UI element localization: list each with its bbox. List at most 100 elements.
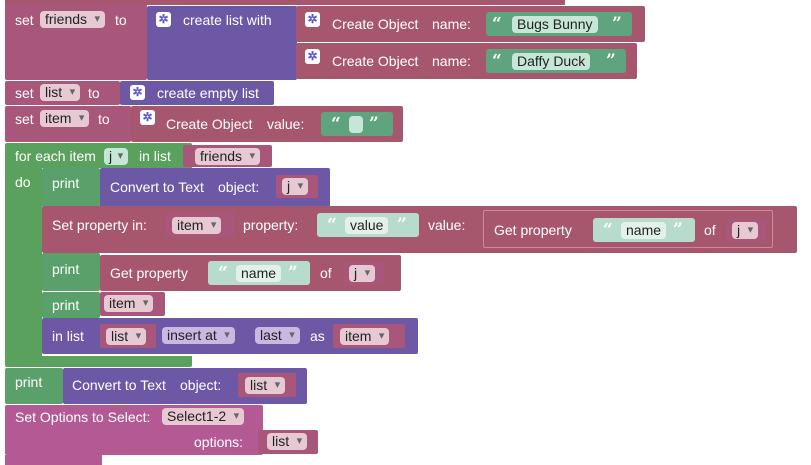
get-property-label: Get property bbox=[494, 222, 572, 238]
open-quote-icon: “ bbox=[492, 14, 502, 34]
create-object-block-1[interactable]: ✲ Create Object name: “ Bugs Bunny ” bbox=[296, 6, 645, 42]
name-label: name: bbox=[432, 53, 471, 69]
text-field-daffy-duck[interactable]: Daffy Duck bbox=[512, 53, 591, 70]
as-label: as bbox=[310, 328, 325, 344]
in-list-label: in list bbox=[139, 148, 171, 164]
text-block-daffy-duck[interactable]: “ Daffy Duck ” bbox=[486, 49, 626, 73]
set-property-label: Set property in: bbox=[52, 217, 147, 233]
target-variable-block[interactable]: item bbox=[165, 213, 235, 237]
set-friends-block[interactable]: set friends to bbox=[5, 4, 147, 80]
close-quote-icon: ” bbox=[612, 14, 622, 34]
property-label: property: bbox=[243, 217, 299, 233]
create-object-block-2[interactable]: ✲ Create Object name: “ Daffy Duck ” bbox=[296, 43, 637, 79]
variable-block-j[interactable]: j bbox=[727, 219, 767, 242]
print-keyword: print bbox=[52, 297, 80, 313]
variable-dropdown-list[interactable]: list bbox=[106, 328, 147, 345]
set-list-block[interactable]: set list to bbox=[5, 81, 120, 105]
print-block-3[interactable]: print bbox=[42, 292, 100, 318]
open-quote-icon: “ bbox=[492, 51, 502, 71]
value-label: value: bbox=[267, 116, 305, 132]
variable-dropdown-item[interactable]: item bbox=[340, 328, 390, 345]
variable-dropdown-j[interactable]: j bbox=[349, 265, 376, 282]
create-list-with-block[interactable]: ✲ create list with bbox=[147, 6, 297, 80]
text-block-name[interactable]: “ name ” bbox=[593, 218, 695, 242]
close-quote-icon: ” bbox=[288, 263, 298, 283]
close-quote-icon: ” bbox=[397, 215, 407, 235]
variable-block-j[interactable]: j bbox=[344, 262, 384, 285]
create-object-label: Create Object bbox=[332, 53, 419, 69]
text-field-name[interactable]: name bbox=[621, 222, 667, 239]
mutator-gear-icon[interactable]: ✲ bbox=[140, 110, 155, 125]
variable-block-j[interactable]: j bbox=[276, 175, 318, 198]
set-keyword: set bbox=[15, 85, 34, 101]
text-field-name[interactable]: name bbox=[236, 265, 282, 282]
print-block-2[interactable]: print bbox=[42, 253, 100, 291]
list-variable-block[interactable]: list bbox=[238, 373, 296, 397]
variable-dropdown-friends[interactable]: friends bbox=[195, 148, 261, 165]
get-property-block[interactable]: Get property “ name ” of j bbox=[483, 210, 773, 248]
convert-to-text-block-2[interactable]: Convert to Text object: list bbox=[63, 368, 307, 404]
loop-variable-dropdown-j[interactable]: j bbox=[104, 148, 129, 165]
variable-block-item[interactable]: item bbox=[100, 292, 165, 316]
text-block-empty[interactable]: “ ” bbox=[321, 112, 393, 136]
text-block-name[interactable]: “ name ” bbox=[208, 261, 310, 285]
set-options-block[interactable]: Set Options to Select: Select1-2 options… bbox=[5, 405, 263, 455]
create-empty-list-block[interactable]: ✲ create empty list bbox=[120, 81, 274, 105]
in-list-label: in list bbox=[52, 328, 84, 344]
create-list-label: create list with bbox=[183, 12, 272, 28]
variable-dropdown-j[interactable]: j bbox=[732, 222, 759, 239]
text-block-value[interactable]: “ value ” bbox=[317, 213, 419, 237]
to-keyword: to bbox=[98, 111, 110, 127]
print-block-4[interactable]: print bbox=[5, 368, 63, 404]
mutator-gear-icon[interactable]: ✲ bbox=[305, 49, 320, 64]
mutator-gear-icon[interactable]: ✲ bbox=[305, 12, 320, 27]
options-list-variable-block[interactable]: list bbox=[258, 430, 318, 454]
open-quote-icon: “ bbox=[331, 114, 341, 134]
variable-dropdown-item[interactable]: item bbox=[104, 295, 154, 312]
variable-dropdown-j[interactable]: j bbox=[282, 178, 309, 195]
convert-to-text-label: Convert to Text bbox=[72, 377, 166, 393]
get-property-block-2[interactable]: Get property “ name ” of j bbox=[100, 255, 401, 291]
create-empty-list-label: create empty list bbox=[157, 85, 259, 101]
text-field-bugs-bunny[interactable]: Bugs Bunny bbox=[512, 16, 598, 33]
variable-dropdown-list[interactable]: list bbox=[267, 433, 308, 450]
to-keyword: to bbox=[88, 85, 100, 101]
variable-block-item[interactable]: item bbox=[333, 324, 405, 348]
name-label: name: bbox=[432, 16, 471, 32]
text-block-bugs-bunny[interactable]: “ Bugs Bunny ” bbox=[486, 12, 632, 36]
create-object-label: Create Object bbox=[332, 16, 419, 32]
insert-mode-dropdown[interactable]: insert at bbox=[162, 327, 235, 344]
text-field-value[interactable]: value bbox=[345, 217, 389, 234]
variable-dropdown-list[interactable]: list bbox=[245, 377, 286, 394]
mutator-gear-icon[interactable]: ✲ bbox=[130, 85, 145, 100]
options-label: options: bbox=[194, 434, 244, 450]
select-component-dropdown[interactable]: Select1-2 bbox=[162, 408, 245, 425]
for-each-list-variable-block[interactable]: friends bbox=[183, 145, 272, 167]
create-object-value-block[interactable]: ✲ Create Object value: “ ” bbox=[131, 106, 403, 142]
open-quote-icon: “ bbox=[603, 220, 613, 240]
mutator-gear-icon[interactable]: ✲ bbox=[156, 12, 171, 27]
variable-dropdown-item[interactable]: item bbox=[172, 217, 222, 234]
get-property-label: Get property bbox=[110, 265, 188, 281]
list-insert-block[interactable]: in list list insert at last as item bbox=[42, 318, 418, 354]
variable-dropdown-item[interactable]: item bbox=[40, 110, 90, 127]
to-keyword: to bbox=[115, 12, 127, 28]
variable-dropdown-list[interactable]: list bbox=[40, 84, 81, 101]
convert-to-text-block-1[interactable]: Convert to Text object: j bbox=[100, 168, 330, 207]
for-each-label: for each item bbox=[15, 148, 96, 164]
list-variable-block[interactable]: list bbox=[100, 324, 156, 348]
set-item-block[interactable]: set item to bbox=[5, 106, 131, 142]
set-keyword: set bbox=[15, 12, 34, 28]
variable-dropdown-friends[interactable]: friends bbox=[40, 11, 106, 28]
set-keyword: set bbox=[15, 111, 34, 127]
close-quote-icon: ” bbox=[606, 51, 616, 71]
close-quote-icon: ” bbox=[673, 220, 683, 240]
set-property-block[interactable]: Set property in: item property: “ value … bbox=[42, 206, 797, 253]
do-label: do bbox=[15, 174, 31, 190]
print-keyword: print bbox=[52, 261, 80, 277]
text-field-empty[interactable] bbox=[349, 116, 363, 133]
print-block-1[interactable]: print bbox=[42, 168, 100, 207]
convert-to-text-label: Convert to Text bbox=[110, 179, 204, 195]
object-label: object: bbox=[180, 377, 222, 393]
insert-position-dropdown[interactable]: last bbox=[255, 327, 300, 344]
